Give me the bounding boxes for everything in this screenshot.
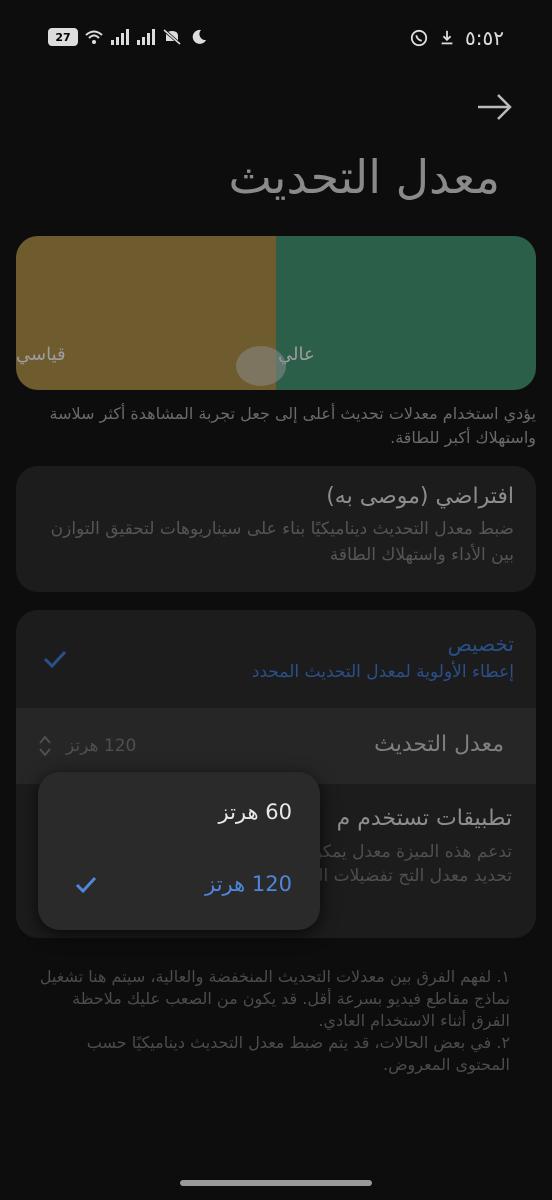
status-time: ٥:٥٢ [465, 26, 504, 50]
status-bar: 27 ٥:٥٢ [0, 24, 552, 54]
custom-option-description: إعطاء الأولوية لمعدل التحديث المحدد [251, 662, 514, 682]
default-option-title: افتراضي (موصى به) [326, 484, 514, 509]
page-title: معدل التحديث [228, 150, 500, 204]
footnote-1: ١. لفهم الفرق بين معدلات التحديث المنخفض… [39, 967, 510, 1030]
dropdown-option-label: 60 هرتز [218, 800, 292, 824]
footnotes: ١. لفهم الفرق بين معدلات التحديث المنخفض… [32, 966, 510, 1076]
preview-drag-handle[interactable] [236, 346, 286, 386]
preview-description: يؤدي استخدام معدلات تحديث أعلى إلى جعل ت… [49, 404, 536, 447]
moon-icon [192, 29, 206, 44]
home-indicator[interactable] [180, 1180, 372, 1186]
custom-option-title: تخصيص [447, 632, 514, 656]
back-arrow-icon[interactable] [474, 90, 514, 124]
dropdown-option-label: 120 هرتز [205, 872, 292, 896]
default-option-description: ضبط معدل التحديث ديناميكيًا بناء على سين… [50, 519, 514, 565]
footnote-2: ٢. في بعض الحالات، قد يتم ضبط معدل التحد… [86, 1033, 510, 1074]
dropdown-option-60hz[interactable]: 60 هرتز [38, 780, 320, 850]
preview-high-half [276, 236, 536, 390]
signal-icon [137, 29, 155, 45]
mute-icon [163, 28, 181, 46]
status-icons-right: ٥:٥٢ [409, 26, 504, 50]
dropdown-option-120hz[interactable]: 120 هرتز [38, 852, 320, 922]
default-option-card[interactable]: افتراضي (موصى به) ضبط معدل التحديث دينام… [16, 466, 536, 592]
refresh-rate-title: معدل التحديث [374, 732, 504, 757]
refresh-rate-value: 120 هرتز [66, 736, 137, 756]
wifi-icon [85, 30, 103, 44]
apps-row-title: تطبيقات تستخدم م [336, 806, 512, 831]
status-icons-left: 27 [48, 28, 208, 46]
battery-icon: 27 [48, 28, 78, 46]
refresh-rate-dropdown: 60 هرتز 120 هرتز [38, 772, 320, 930]
preview-label-standard: قياسي [16, 344, 66, 365]
download-icon [441, 30, 453, 45]
up-down-icon [39, 735, 51, 757]
whatsapp-icon [410, 29, 428, 47]
check-icon [75, 876, 97, 894]
signal-icon [111, 29, 129, 45]
custom-option-row[interactable]: تخصيص إعطاء الأولوية لمعدل التحديث المحد… [16, 610, 536, 708]
check-icon [43, 650, 67, 669]
